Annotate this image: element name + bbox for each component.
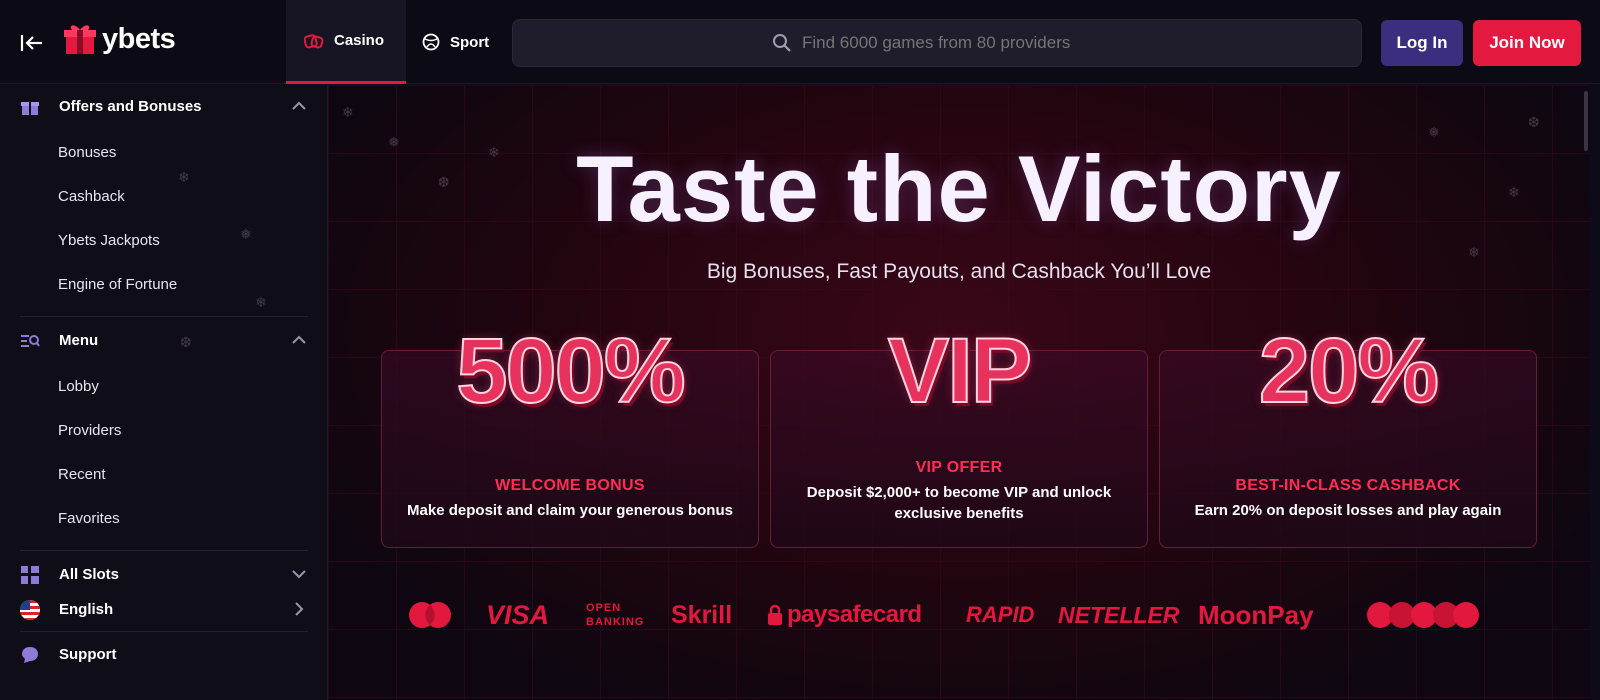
snowflake-icon: ❄ [342, 104, 354, 120]
hero-banner: ❄ ❅ ❆ ❄ ❅ ❄ ❆ ❄ Taste the Victory Big Bo… [328, 85, 1590, 700]
grid-icon [21, 566, 39, 584]
search-input[interactable] [802, 33, 1102, 53]
neteller-logo: NETELLER [1058, 601, 1180, 628]
promo-title: VIP OFFER [915, 459, 1003, 476]
chevron-up-icon [292, 335, 306, 344]
promo-description: Deposit $2,000+ to become VIP and unlock… [806, 484, 1112, 522]
sidebar-item-engine-of-fortune[interactable]: Engine of Fortune [58, 276, 177, 293]
section-all-slots[interactable]: All Slots [0, 555, 327, 593]
section-label: Menu [59, 331, 99, 349]
collapse-sidebar-icon[interactable] [20, 32, 44, 54]
snowflake-icon: ❄ [178, 169, 190, 185]
ball-icon [422, 33, 440, 51]
promo-description: Earn 20% on deposit losses and play agai… [1194, 502, 1502, 519]
promo-card-welcome-bonus[interactable]: 500% WELCOME BONUS Make deposit and clai… [381, 319, 759, 548]
gift-icon [21, 102, 39, 115]
sidebar-item-providers[interactable]: Providers [58, 422, 121, 439]
casino-chips-icon [304, 33, 324, 48]
support-link[interactable]: Support [0, 635, 327, 673]
join-now-button[interactable]: Join Now [1473, 20, 1581, 66]
top-bar: ybets Casino Sport Log In Join Now [0, 0, 1600, 84]
section-label: Offers and Bonuses [59, 97, 202, 115]
logo[interactable]: ybets [64, 22, 176, 56]
promo-description: Make deposit and claim your generous bon… [407, 502, 733, 519]
chat-bubble-icon [22, 647, 38, 663]
snowflake-icon: ❄ [255, 294, 267, 310]
support-label: Support [59, 645, 117, 663]
rapid-logo: RAPID [966, 602, 1035, 627]
sidebar: ❄ ❅ ❆ ❄ Offers and Bonuses Bonuses Cashb… [0, 85, 328, 700]
us-flag-icon [20, 600, 40, 620]
sidebar-item-recent[interactable]: Recent [58, 466, 106, 483]
promo-card-vip-offer[interactable]: VIP VIP OFFER Deposit $2,000+ to become … [770, 319, 1148, 548]
promo-headline: VIP [887, 319, 1033, 423]
tab-casino[interactable]: Casino [286, 0, 406, 84]
sidebar-item-bonuses[interactable]: Bonuses [58, 144, 116, 161]
mastercard-icon [406, 595, 454, 635]
sidebar-item-jackpots[interactable]: Ybets Jackpots [58, 232, 160, 249]
section-label: All Slots [59, 565, 120, 583]
chevron-up-icon [292, 101, 306, 110]
hero-subtitle: Big Bonuses, Fast Payouts, and Cashback … [706, 260, 1212, 283]
chevron-down-icon [292, 570, 306, 579]
menu-search-icon [21, 335, 40, 347]
search-bar[interactable] [512, 19, 1362, 67]
login-button[interactable]: Log In [1381, 20, 1463, 66]
moonpay-logo: MoonPay [1198, 599, 1314, 630]
payment-methods: VISA OPEN BANKING Skrill paysafecard RAP… [328, 595, 1590, 635]
language-selector[interactable]: English [0, 590, 327, 628]
paysafecard-text: paysafecard [787, 601, 922, 628]
snowflake-icon: ❆ [1528, 114, 1540, 130]
tab-sport-label: Sport [450, 33, 490, 51]
sidebar-item-favorites[interactable]: Favorites [58, 510, 120, 527]
paysafecard-logo: paysafecard [766, 595, 922, 635]
sidebar-item-cashback[interactable]: Cashback [58, 188, 125, 205]
divider [20, 550, 308, 551]
tab-sport[interactable]: Sport [422, 0, 522, 84]
divider [20, 316, 308, 317]
crypto-coins-icon [1365, 595, 1481, 635]
visa-logo: VISA [486, 599, 550, 630]
skrill-logo: Skrill [671, 600, 733, 629]
tab-casino-label: Casino [334, 32, 385, 49]
hero-title: Taste the Victory [576, 136, 1342, 241]
section-offers-bonuses[interactable]: Offers and Bonuses [0, 87, 327, 125]
snowflake-icon: ❄ [1468, 244, 1480, 260]
brand-name: ybets [102, 22, 176, 55]
sidebar-item-lobby[interactable]: Lobby [58, 378, 99, 395]
promo-headline: 20% [1258, 319, 1440, 423]
search-icon [773, 34, 791, 52]
divider [20, 631, 308, 632]
chevron-right-icon [295, 602, 304, 616]
gift-logo-icon [64, 25, 96, 54]
snowflake-icon: ❅ [240, 226, 252, 242]
language-label: English [59, 600, 114, 618]
open-banking-logo: BANKING [586, 616, 645, 628]
promo-headline: 500% [455, 319, 686, 423]
section-menu[interactable]: Menu [0, 321, 327, 359]
promo-title: WELCOME BONUS [495, 477, 645, 494]
promo-card-cashback[interactable]: 20% BEST-IN-CLASS CASHBACK Earn 20% on d… [1159, 319, 1537, 548]
promo-title: BEST-IN-CLASS CASHBACK [1235, 477, 1461, 494]
